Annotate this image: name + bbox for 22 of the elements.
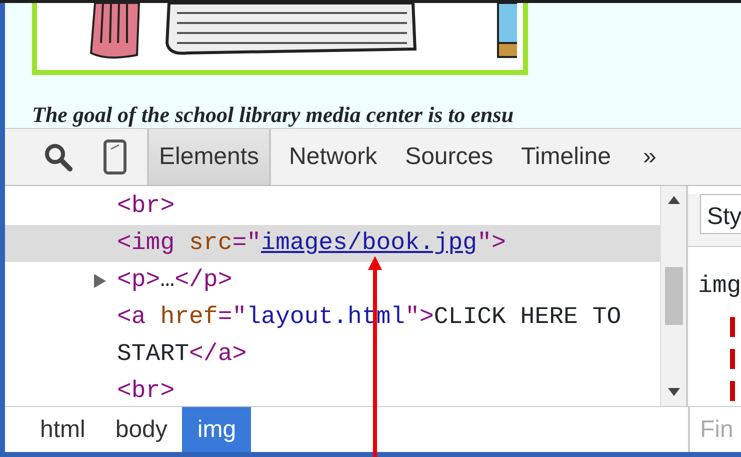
scroll-up-icon[interactable] <box>668 196 680 204</box>
breadcrumb[interactable]: html <box>25 407 100 452</box>
mobile-device-icon[interactable] <box>103 139 127 175</box>
dom-node-line[interactable]: <p>…</p> <box>5 262 660 299</box>
dom-node-line[interactable]: <br> <box>5 188 660 225</box>
property-mark <box>730 381 735 401</box>
css-selector: img <box>698 272 741 302</box>
property-mark <box>730 317 735 337</box>
property-mark <box>730 349 735 369</box>
search-icon[interactable] <box>43 142 73 172</box>
expand-triangle-icon[interactable] <box>93 274 107 288</box>
scrollbar-thumb[interactable] <box>664 267 682 325</box>
paragraph-text: The goal of the school library media center is to ensu <box>32 103 515 127</box>
panel-tab[interactable]: Timeline <box>511 129 621 185</box>
breadcrumb[interactable]: img <box>182 407 252 452</box>
dom-node-line[interactable]: <br> <box>5 373 660 406</box>
panel-tab[interactable]: Elements <box>147 129 272 185</box>
scroll-down-icon[interactable] <box>668 388 680 396</box>
breadcrumb[interactable]: body <box>100 407 182 452</box>
panel-tab[interactable]: Network <box>279 129 388 185</box>
panel-tab[interactable]: Sources <box>395 129 504 185</box>
more-tabs-button[interactable]: » <box>632 129 666 185</box>
